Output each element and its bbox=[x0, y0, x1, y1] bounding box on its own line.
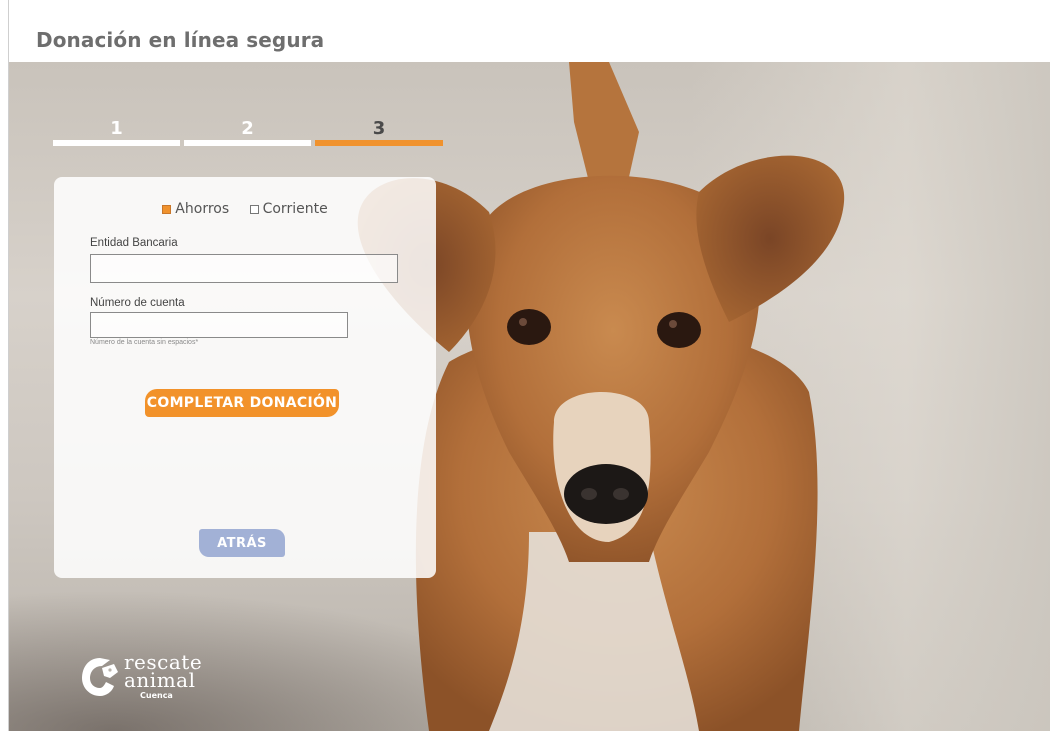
account-type-corriente[interactable]: Corriente bbox=[249, 201, 328, 217]
page-title: Donación en línea segura bbox=[36, 28, 325, 52]
account-number-input[interactable] bbox=[90, 312, 348, 338]
checked-box-icon[interactable] bbox=[162, 204, 172, 214]
step-3-bar bbox=[315, 140, 443, 146]
dog-head-logo-icon bbox=[82, 658, 118, 696]
account-type-ahorros-label: Ahorros bbox=[175, 201, 230, 217]
bank-label: Entidad Bancaria bbox=[90, 237, 178, 249]
progress-steps: 1 2 3 bbox=[53, 118, 443, 148]
step-2: 2 bbox=[184, 118, 311, 148]
step-1-bar bbox=[53, 140, 180, 146]
account-type-ahorros[interactable]: Ahorros bbox=[162, 201, 229, 217]
step-3-number: 3 bbox=[372, 118, 386, 139]
step-2-bar bbox=[184, 140, 311, 146]
logo-text-animal: animal bbox=[124, 668, 196, 692]
rescate-animal-logo: rescate animal Cuenca bbox=[80, 648, 210, 708]
step-1-number: 1 bbox=[110, 118, 123, 139]
step-2-number: 2 bbox=[241, 118, 254, 139]
complete-donation-button[interactable]: COMPLETAR DONACIÓN bbox=[145, 389, 339, 417]
bank-form-card: Ahorros Corriente Entidad Bancaria Númer… bbox=[54, 177, 436, 578]
step-1: 1 bbox=[53, 118, 180, 148]
back-button[interactable]: ATRÁS bbox=[199, 529, 285, 557]
account-type-corriente-label: Corriente bbox=[262, 201, 328, 217]
account-number-label: Número de cuenta bbox=[90, 297, 185, 309]
bank-input[interactable] bbox=[90, 254, 398, 283]
logo-text-city: Cuenca bbox=[140, 691, 173, 700]
account-type-options: Ahorros Corriente bbox=[54, 201, 436, 218]
account-number-hint: Número de la cuenta sin espacios* bbox=[90, 339, 199, 346]
unchecked-box-icon[interactable] bbox=[249, 204, 259, 214]
step-3-active: 3 bbox=[315, 118, 443, 148]
